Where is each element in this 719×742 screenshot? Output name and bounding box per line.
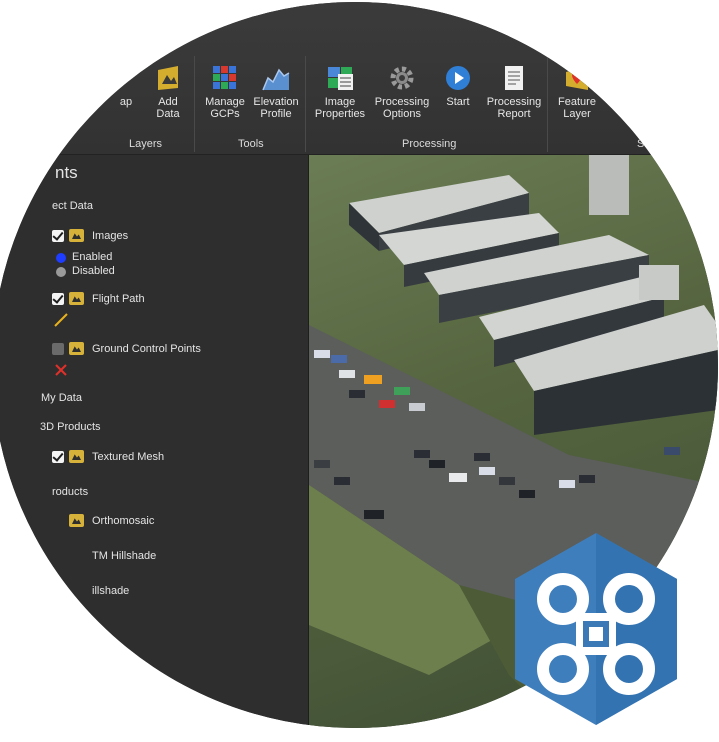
contents-panel: nts ect Data Images Enabled Disabled Fli… [0,155,309,728]
mesh-layer-icon [69,450,84,463]
layer-icon [69,229,84,242]
feature-layer-button[interactable]: Feature Layer [547,64,607,120]
ribbon-toolbar: ap Add Data Manage GCPs Elevation Profil… [0,2,718,155]
section-my-data[interactable]: My Data [41,392,82,404]
gcps-label[interactable]: Ground Control Points [92,343,201,355]
partial-icon [615,64,643,92]
gear-icon [388,64,416,92]
partial-button[interactable]: La [599,64,659,108]
divider [305,56,306,152]
processing-report-button[interactable]: Processing Report [484,64,544,120]
section-project-data[interactable]: ect Data [52,200,93,212]
image-properties-label: Image Properties [314,96,366,120]
section-3d-products[interactable]: 3D Products [40,421,101,433]
elevation-profile-label: Elevation Profile [253,96,299,120]
flight-path-checkbox[interactable] [52,293,64,305]
orthomosaic-label[interactable]: Orthomosaic [92,515,154,527]
layer-icon [69,514,84,527]
start-button[interactable]: Start [428,64,488,108]
feature-layer-icon [563,64,591,92]
legend-enabled: Enabled [72,251,113,263]
group-label-tools: Tools [238,138,264,150]
gcps-checkbox[interactable] [52,343,64,355]
flight-path-label[interactable]: Flight Path [92,293,145,305]
elevation-profile-button[interactable]: Elevation Profile [246,64,306,120]
partial-button-label: La [622,96,636,108]
start-label: Start [446,96,470,108]
disabled-dot-icon [56,267,66,277]
layer-icon [69,292,84,305]
images-checkbox[interactable] [52,230,64,242]
add-data-button[interactable]: Add Data [138,64,198,120]
processing-report-label: Processing Report [486,96,542,120]
play-icon [444,64,472,92]
image-properties-icon [326,64,354,92]
drone2map-logo-icon [515,533,677,725]
group-label-layers: Layers [129,138,163,150]
legend-disabled: Disabled [72,265,115,277]
flight-path-line-icon [54,313,68,327]
add-data-label: Add Data [156,96,180,120]
dtm-hillshade-label[interactable]: TM Hillshade [92,550,156,562]
gcp-x-marker-icon [55,364,67,376]
dsm-hillshade-label[interactable]: illshade [92,585,129,597]
elevation-profile-icon [262,64,290,92]
panel-title: nts [55,163,78,182]
section-2d-products[interactable]: roducts [52,486,88,498]
enabled-dot-icon [56,253,66,263]
textured-mesh-checkbox[interactable] [52,451,64,463]
manage-gcps-icon [211,64,239,92]
add-data-icon [154,64,182,92]
map-icon [112,64,140,92]
processing-options-button[interactable]: Processing Options [372,64,432,120]
layer-icon [69,342,84,355]
image-properties-button[interactable]: Image Properties [310,64,370,120]
report-icon [500,64,528,92]
group-label-processing: Processing [402,138,457,150]
textured-mesh-label[interactable]: Textured Mesh [92,451,164,463]
processing-options-label: Processing Options [374,96,430,120]
feature-layer-label: Feature Layer [558,96,596,120]
group-label-share: S [637,138,645,150]
images-label[interactable]: Images [92,230,128,242]
